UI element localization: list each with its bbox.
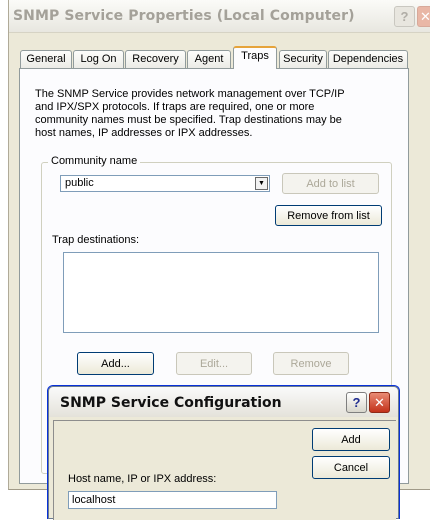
dialog-close-button[interactable]: ✕ [369, 392, 390, 413]
dialog-help-button[interactable]: ? [346, 392, 367, 413]
dialog-title: SNMP Service Configuration [60, 395, 282, 411]
dialog-cancel-button[interactable]: Cancel [312, 456, 390, 479]
tab-agent[interactable]: Agent [187, 50, 231, 68]
tab-security[interactable]: Security [279, 50, 327, 68]
window-titlebar[interactable]: SNMP Service Properties (Local Computer)… [9, 0, 430, 33]
add-destination-button[interactable]: Add... [77, 352, 154, 375]
trap-destinations-list[interactable] [63, 252, 379, 333]
edit-destination-button[interactable]: Edit... [176, 352, 252, 375]
dialog-titlebar[interactable]: SNMP Service Configuration ? ✕ [49, 387, 398, 417]
community-name-combobox[interactable]: public ▼ [60, 175, 270, 192]
tab-recovery[interactable]: Recovery [125, 50, 186, 68]
window-title: SNMP Service Properties (Local Computer) [13, 8, 355, 24]
tab-traps[interactable]: Traps [233, 46, 277, 69]
add-to-list-button[interactable]: Add to list [282, 173, 379, 194]
remove-destination-button[interactable]: Remove [273, 352, 349, 375]
snmp-config-dialog: SNMP Service Configuration ? ✕ Add Cance… [47, 385, 400, 520]
traps-description: The SNMP Service provides network manage… [35, 88, 345, 139]
tab-dependencies[interactable]: Dependencies [328, 50, 408, 68]
trap-destinations-label: Trap destinations: [52, 234, 140, 246]
community-name-value: public [65, 177, 94, 189]
close-button[interactable]: ✕ [417, 6, 430, 27]
tab-general[interactable]: General [20, 50, 72, 68]
remove-from-list-button[interactable]: Remove from list [275, 205, 382, 226]
tab-log-on[interactable]: Log On [73, 50, 124, 68]
host-address-label: Host name, IP or IPX address: [68, 473, 217, 485]
community-name-label: Community name [48, 155, 141, 167]
dialog-add-button[interactable]: Add [312, 428, 390, 451]
dropdown-arrow-icon[interactable]: ▼ [255, 177, 268, 190]
help-button[interactable]: ? [394, 6, 415, 27]
host-address-input[interactable]: localhost [68, 491, 277, 509]
